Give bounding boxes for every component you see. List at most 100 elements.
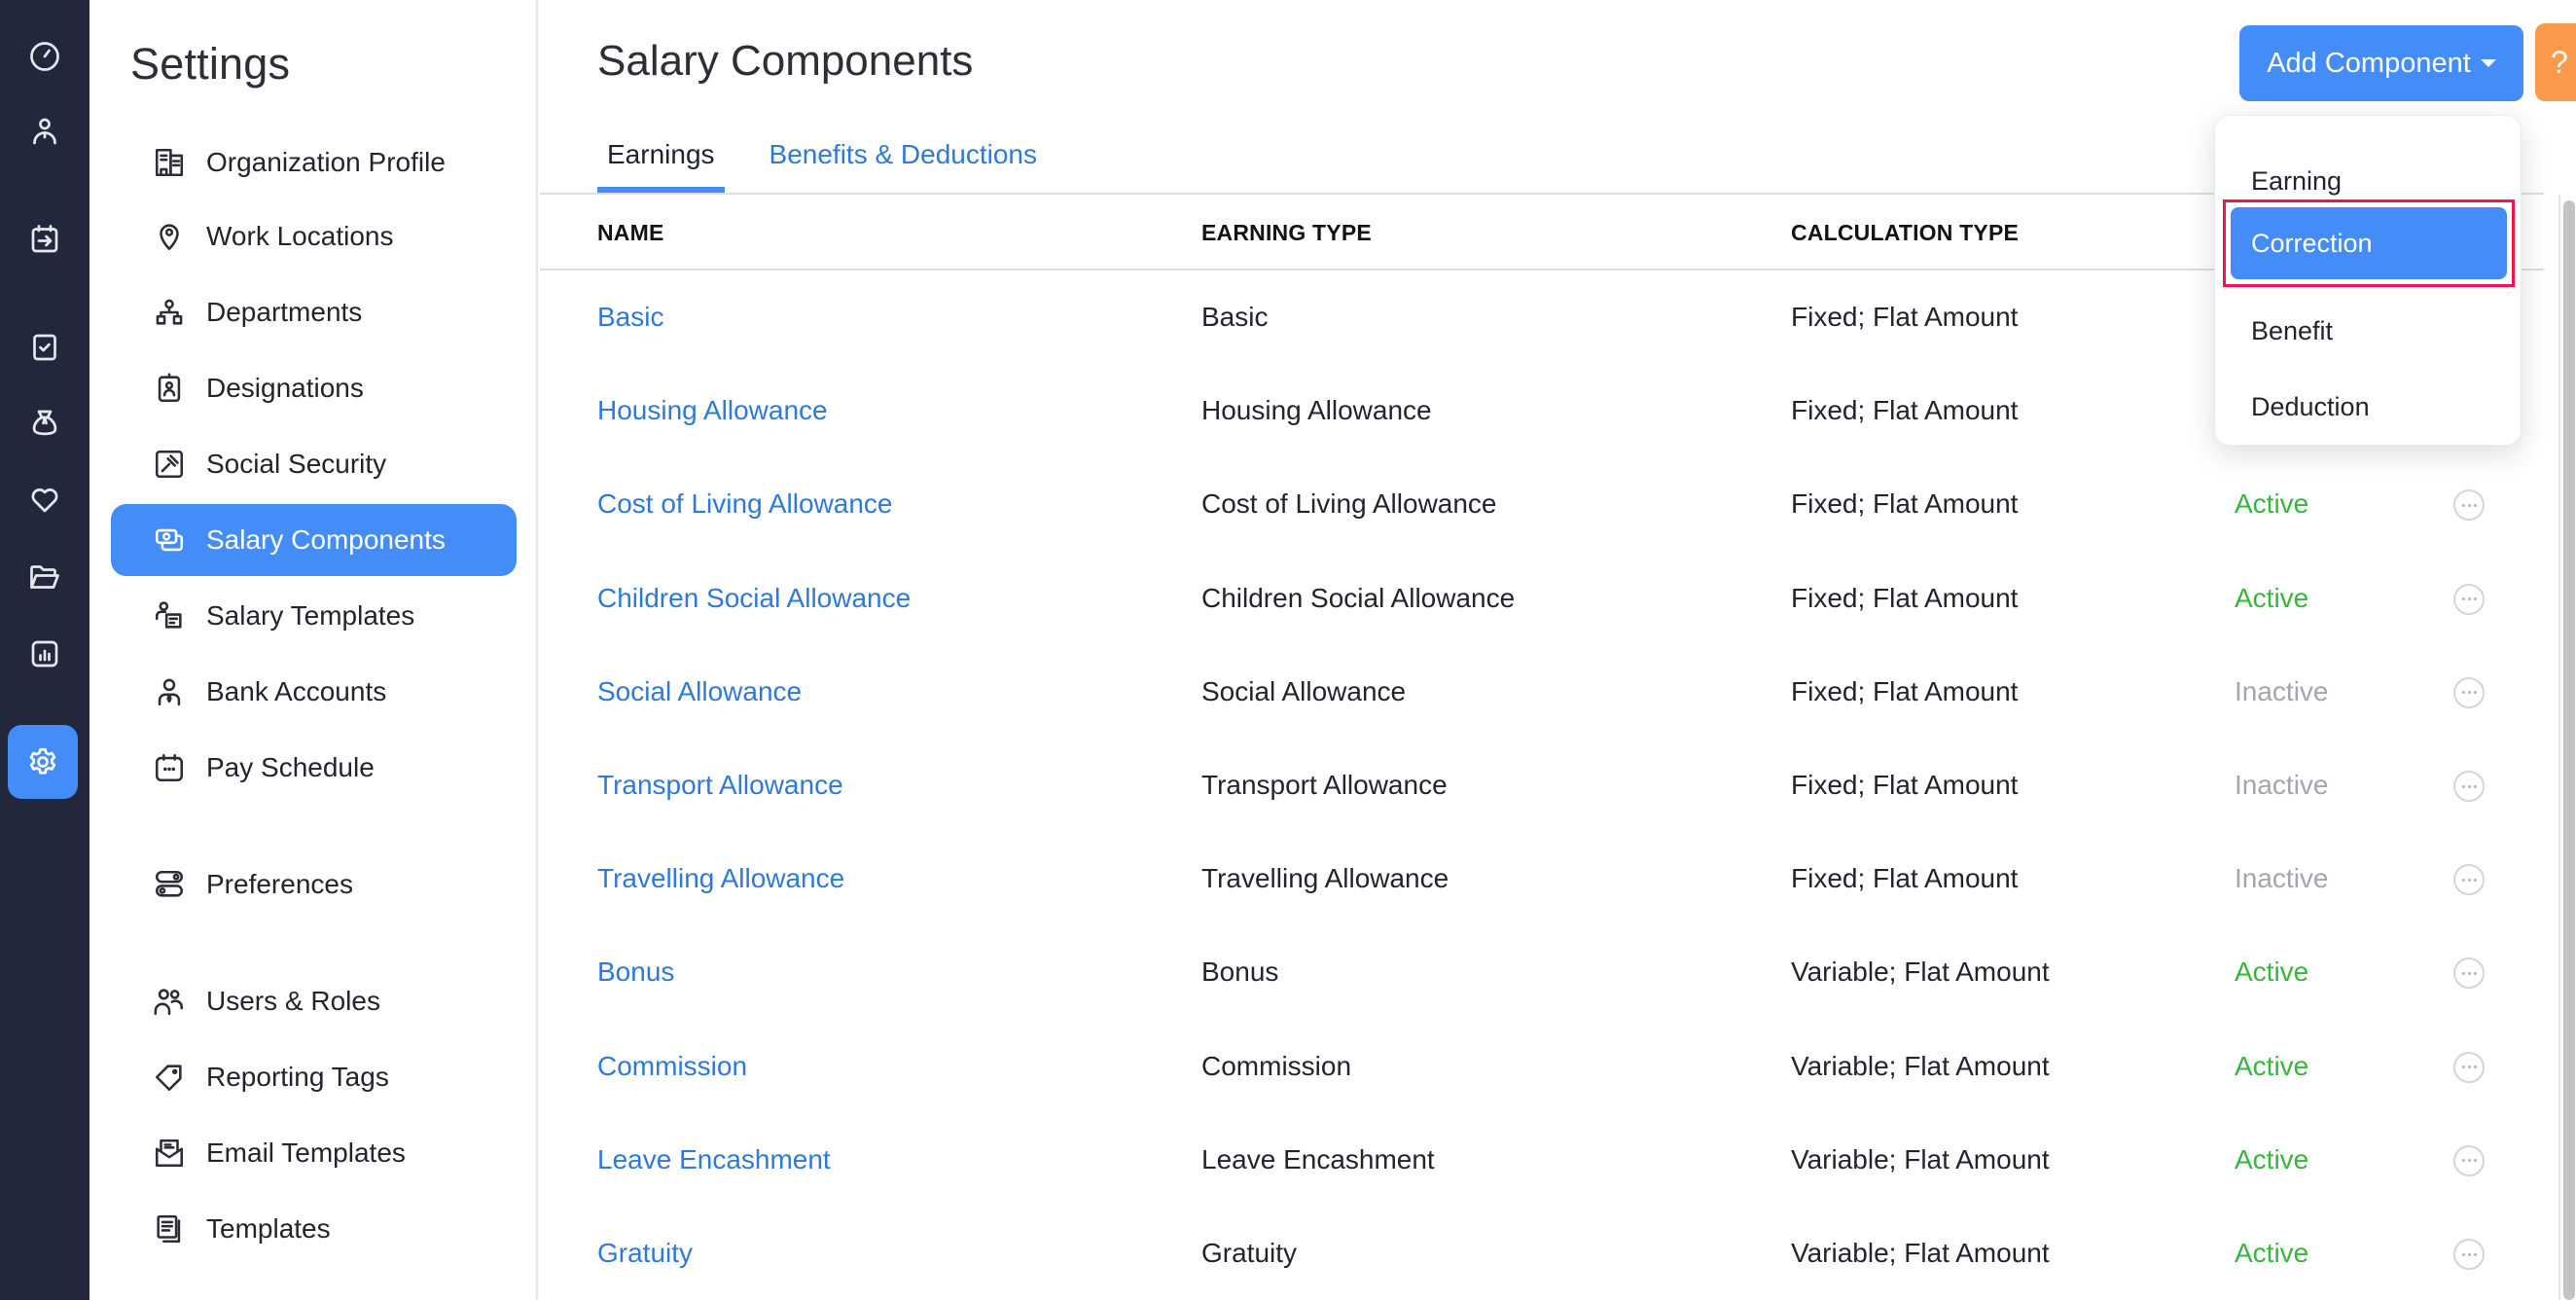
earning-type-cell: Gratuity xyxy=(1201,1238,1298,1268)
tab-benefits-deductions[interactable]: Benefits & Deductions xyxy=(760,134,1048,193)
table-row: Commission Commission Variable; Flat Amoun… xyxy=(540,1020,2544,1113)
rail-item-settings[interactable] xyxy=(8,725,78,799)
more-options-icon[interactable] xyxy=(2453,1051,2485,1083)
sidebar-item-pay-schedule[interactable]: Pay Schedule xyxy=(111,732,517,804)
more-options-icon[interactable] xyxy=(2453,489,2485,522)
earning-type-cell: Social Allowance xyxy=(1201,675,1407,706)
component-name-link[interactable]: Transport Allowance xyxy=(597,739,843,832)
more-options-icon[interactable] xyxy=(2453,1144,2485,1176)
earning-type-cell: Leave Encashment xyxy=(1201,1143,1435,1174)
add-component-button[interactable]: Add Component xyxy=(2239,25,2523,101)
help-button[interactable]: ? xyxy=(2535,23,2576,101)
tab-earnings[interactable]: Earnings xyxy=(597,134,725,193)
gavel-icon xyxy=(155,450,184,479)
money-cards-icon xyxy=(155,528,184,552)
status-badge: Active xyxy=(2235,1050,2309,1081)
component-name-link[interactable]: Children Social Allowance xyxy=(597,552,911,645)
location-pin-icon xyxy=(160,224,179,251)
pay-run-calendar-arrow-icon xyxy=(31,225,58,253)
more-options-icon[interactable] xyxy=(2453,583,2485,615)
component-name-link[interactable]: Leave Encashment xyxy=(597,1113,831,1207)
sidebar-item-bank-accounts[interactable]: Bank Accounts xyxy=(111,656,517,728)
earning-type-cell: Travelling Allowance xyxy=(1201,863,1449,894)
main-content: Salary Components Add Component ? Earnin… xyxy=(540,0,2576,1300)
sidebar-item-users-roles[interactable]: Users & Roles xyxy=(111,965,517,1037)
users-icon xyxy=(154,989,184,1016)
dashboard-gauge-icon xyxy=(30,42,59,71)
component-name-link[interactable]: Social Allowance xyxy=(597,645,802,739)
rail-item-benefits[interactable] xyxy=(0,470,89,528)
sidebar-item-email-templates[interactable]: Email Templates xyxy=(111,1117,517,1189)
app-icon-rail xyxy=(0,0,89,1300)
status-badge: Inactive xyxy=(2235,770,2329,800)
reports-bar-chart-icon xyxy=(31,640,58,668)
scrollbar-thumb[interactable] xyxy=(2563,200,2575,1300)
earning-type-cell: Basic xyxy=(1201,302,1269,332)
more-options-icon[interactable] xyxy=(2453,864,2485,896)
sidebar-item-label: Salary Components xyxy=(206,524,446,555)
dropdown-item-deduction[interactable]: Deduction xyxy=(2215,369,2522,445)
rail-item-loans[interactable] xyxy=(0,394,89,452)
sidebar-item-label: Work Locations xyxy=(206,221,394,251)
dropdown-item-benefit[interactable]: Benefit xyxy=(2215,293,2522,369)
more-options-icon[interactable] xyxy=(2453,771,2485,802)
sidebar-item-departments[interactable]: Departments xyxy=(111,276,517,348)
status-badge: Active xyxy=(2235,488,2309,520)
person-tie-icon xyxy=(158,678,181,706)
person-template-icon xyxy=(155,601,182,629)
sidebar-item-templates[interactable]: Templates xyxy=(111,1193,517,1265)
calculation-type-cell: Fixed; Flat Amount xyxy=(1791,675,2019,706)
earning-type-cell: Bonus xyxy=(1201,957,1279,988)
column-header-calculation-type[interactable]: CALCULATION TYPE xyxy=(1791,195,2019,271)
component-name-link[interactable]: Commission xyxy=(597,1020,747,1113)
column-header-earning-type[interactable]: EARNING TYPE xyxy=(1201,195,1372,271)
sidebar-item-label: Email Templates xyxy=(206,1138,406,1168)
building-icon xyxy=(155,148,184,177)
rail-item-documents[interactable] xyxy=(0,548,89,606)
sidebar-item-salary-templates[interactable]: Salary Templates xyxy=(111,580,517,652)
more-options-icon[interactable] xyxy=(2453,957,2485,990)
sidebar-item-organization-profile[interactable]: Organization Profile xyxy=(111,126,517,199)
sidebar-item-work-locations[interactable]: Work Locations xyxy=(111,200,517,272)
rail-item-approvals[interactable] xyxy=(0,318,89,377)
sidebar-item-label: Salary Templates xyxy=(206,600,415,631)
rail-item-employees[interactable] xyxy=(0,102,89,161)
sidebar-item-label: Users & Roles xyxy=(206,986,380,1016)
table-scrollbar[interactable] xyxy=(2558,195,2576,1300)
component-name-link[interactable]: Housing Allowance xyxy=(597,364,828,457)
component-name-link[interactable]: Bonus xyxy=(597,925,674,1019)
calculation-type-cell: Fixed; Flat Amount xyxy=(1791,488,2019,520)
sidebar-item-social-security[interactable]: Social Security xyxy=(111,428,517,500)
sidebar-item-reporting-tags[interactable]: Reporting Tags xyxy=(111,1041,517,1113)
more-options-icon[interactable] xyxy=(2453,676,2485,708)
component-name-link[interactable]: Travelling Allowance xyxy=(597,832,844,925)
component-name-link[interactable]: Gratuity xyxy=(597,1207,693,1300)
component-name-link[interactable]: Cost of Living Allowance xyxy=(597,457,893,551)
add-component-dropdown: Earning Correction Benefit Deduction xyxy=(2214,115,2522,446)
add-component-label: Add Component xyxy=(2267,47,2471,79)
more-options-icon[interactable] xyxy=(2453,1239,2485,1270)
column-header-name[interactable]: NAME xyxy=(597,195,664,271)
status-badge: Active xyxy=(2235,582,2309,613)
rail-item-dashboard[interactable] xyxy=(0,27,89,86)
calculation-type-cell: Fixed; Flat Amount xyxy=(1791,302,2019,332)
status-badge: Active xyxy=(2235,1143,2309,1174)
earning-type-cell: Children Social Allowance xyxy=(1201,582,1516,613)
earning-type-cell: Cost of Living Allowance xyxy=(1201,488,1497,520)
sidebar-item-preferences[interactable]: Preferences xyxy=(111,849,517,921)
sidebar-item-salary-components[interactable]: Salary Components xyxy=(111,504,517,576)
table-row: Transport Allowance Transport Allowance Fi… xyxy=(540,739,2544,832)
dropdown-item-correction[interactable]: Correction xyxy=(2231,207,2507,279)
id-badge-icon xyxy=(158,373,181,403)
calculation-type-cell: Fixed; Flat Amount xyxy=(1791,770,2019,800)
sidebar-item-designations[interactable]: Designations xyxy=(111,352,517,424)
sidebar-item-label: Reporting Tags xyxy=(206,1062,389,1092)
rail-item-reports[interactable] xyxy=(0,625,89,683)
settings-sidebar: Settings Organization Profile Work Locat… xyxy=(89,0,538,1300)
component-name-link[interactable]: Basic xyxy=(597,271,663,364)
status-badge: Active xyxy=(2235,1238,2309,1268)
status-badge: Active xyxy=(2235,957,2309,988)
rail-item-pay-runs[interactable] xyxy=(0,210,89,269)
status-badge: Inactive xyxy=(2235,675,2329,706)
sidebar-item-label: Bank Accounts xyxy=(206,676,387,706)
